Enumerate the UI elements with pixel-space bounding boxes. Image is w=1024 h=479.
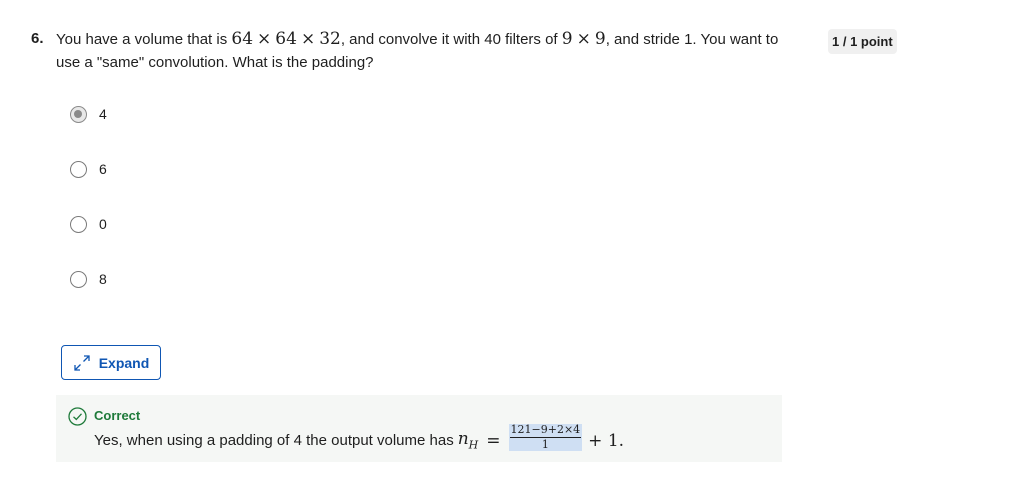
question-number: 6. bbox=[31, 30, 44, 47]
question-text-part1: You have a volume that is bbox=[56, 31, 232, 48]
math-times: × bbox=[576, 29, 591, 49]
math-equals: = bbox=[486, 430, 501, 451]
expand-arrows-icon bbox=[74, 354, 90, 371]
math-var-n: n bbox=[457, 429, 469, 450]
feedback-panel: Correct Yes, when using a padding of 4 t… bbox=[56, 395, 782, 462]
question-text: You have a volume that is 64 × 64 × 32, and … bbox=[56, 28, 796, 74]
math-tail: + 1. bbox=[588, 430, 625, 451]
math-fraction: 121−9+2×4 1 bbox=[508, 423, 583, 451]
feedback-explanation: Yes, when using a padding of 4 the outpu… bbox=[94, 423, 625, 454]
answer-option-label: 0 bbox=[99, 216, 107, 232]
answer-option-label: 8 bbox=[99, 271, 107, 287]
math-times: × bbox=[300, 29, 316, 49]
answer-option-1[interactable]: 4 bbox=[70, 103, 107, 125]
math-dim1: 64 bbox=[231, 29, 254, 49]
math-variable: nH bbox=[458, 429, 479, 451]
math-dim2: 64 bbox=[275, 29, 297, 49]
answer-option-label: 6 bbox=[99, 161, 107, 177]
radio-button-selected[interactable] bbox=[70, 105, 87, 123]
feedback-text: Yes, when using a padding of 4 the outpu… bbox=[94, 432, 454, 449]
fraction-numerator: 121−9+2×4 bbox=[509, 423, 582, 438]
fraction-denominator: 1 bbox=[541, 438, 549, 451]
check-circle-icon bbox=[68, 407, 87, 426]
math-times: × bbox=[257, 29, 272, 49]
radio-button[interactable] bbox=[70, 270, 87, 288]
radio-button[interactable] bbox=[70, 160, 87, 178]
points-badge: 1 / 1 point bbox=[828, 29, 897, 54]
answer-option-3[interactable]: 0 bbox=[70, 213, 107, 235]
math-filter1: 9 bbox=[561, 29, 573, 49]
question-text-part2: , and convolve it with 40 filters of bbox=[340, 31, 562, 48]
feedback-status: Correct bbox=[94, 408, 141, 423]
answer-option-label: 4 bbox=[99, 106, 107, 122]
math-var-subscript: H bbox=[468, 438, 479, 452]
expand-button-label: Expand bbox=[98, 354, 150, 371]
math-filter2: 9 bbox=[594, 29, 606, 49]
math-dim3: 32 bbox=[319, 29, 341, 49]
quiz-page: 6. You have a volume that is 64 × 64 × 32, a… bbox=[0, 0, 1024, 479]
radio-button[interactable] bbox=[70, 215, 87, 233]
answer-option-4[interactable]: 8 bbox=[70, 268, 107, 290]
expand-button[interactable]: Expand bbox=[61, 345, 161, 380]
answer-option-2[interactable]: 6 bbox=[70, 158, 107, 180]
